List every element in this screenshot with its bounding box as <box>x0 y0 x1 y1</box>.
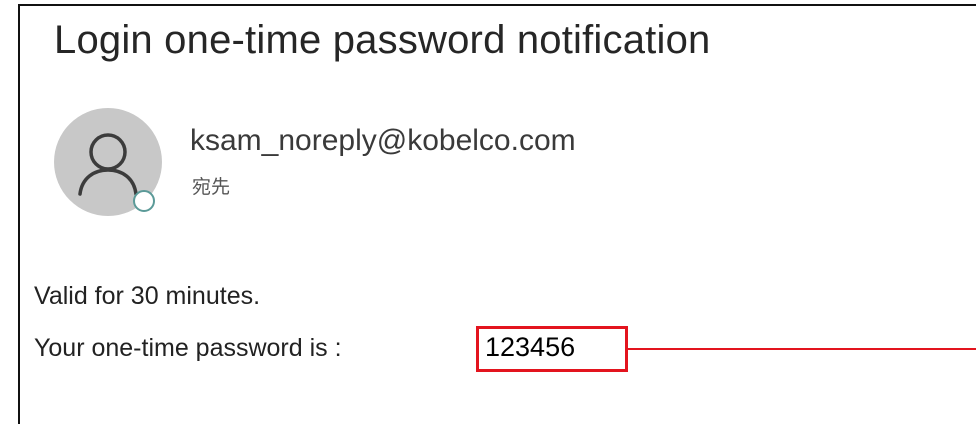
email-subject: Login one-time password notification <box>54 18 711 62</box>
validity-text: Valid for 30 minutes. <box>34 282 261 310</box>
callout-line <box>628 348 976 350</box>
otp-prefix-text: Your one-time password is : <box>34 334 342 362</box>
presence-status-icon <box>133 190 155 212</box>
sender-address[interactable]: ksam_noreply@kobelco.com <box>190 124 576 158</box>
recipient-label: 宛先 <box>192 177 231 198</box>
otp-code: 123456 <box>485 332 576 362</box>
